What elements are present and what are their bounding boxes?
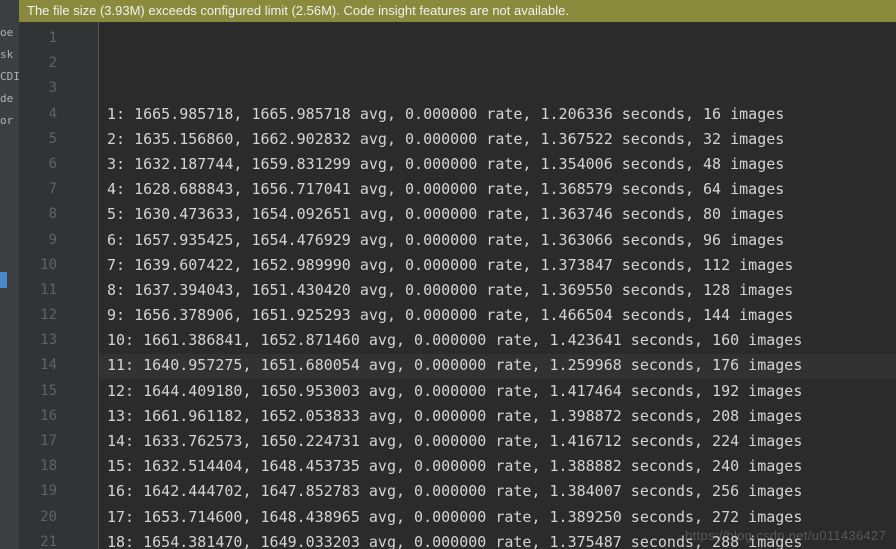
line-number: 21 [19,530,57,549]
line-number: 14 [19,353,57,378]
log-line: 17: 1653.714600, 1648.438965 avg, 0.0000… [107,505,896,530]
line-number: 1 [19,26,57,51]
line-number: 13 [19,328,57,353]
log-line: 7: 1639.607422, 1652.989990 avg, 0.00000… [107,253,896,278]
line-number: 16 [19,404,57,429]
editor-area[interactable]: 123456789101112131415161718192021 1: 166… [19,22,896,549]
watermark-text: https://blog.csdn.net/u011436427 [685,528,886,543]
log-line: 4: 1628.688843, 1656.717041 avg, 0.00000… [107,177,896,202]
log-line: 2: 1635.156860, 1662.902832 avg, 0.00000… [107,127,896,152]
line-number: 2 [19,51,57,76]
gutter-border [71,22,99,549]
log-line: 10: 1661.386841, 1652.871460 avg, 0.0000… [107,328,896,353]
log-line: 9: 1656.378906, 1651.925293 avg, 0.00000… [107,303,896,328]
log-line: 6: 1657.935425, 1654.476929 avg, 0.00000… [107,228,896,253]
log-line: 8: 1637.394043, 1651.430420 avg, 0.00000… [107,278,896,303]
line-number: 8 [19,202,57,227]
editor-content[interactable]: 1: 1665.985718, 1665.985718 avg, 0.00000… [99,22,896,549]
selection-marker [0,272,7,288]
line-number: 6 [19,152,57,177]
line-number-gutter: 123456789101112131415161718192021 [19,22,71,549]
tool-window-tab-fragment[interactable]: CDI [0,66,19,88]
tool-window-tab-fragment[interactable]: sk [0,44,19,66]
line-number: 10 [19,253,57,278]
line-number: 7 [19,177,57,202]
log-line: 12: 1644.409180, 1650.953003 avg, 0.0000… [107,379,896,404]
line-number: 9 [19,228,57,253]
line-number: 11 [19,278,57,303]
banner-text: The file size (3.93M) exceeds configured… [27,3,569,18]
line-number: 20 [19,505,57,530]
log-line: 11: 1640.957275, 1651.680054 avg, 0.0000… [107,353,896,378]
line-number: 15 [19,379,57,404]
tool-window-tab-fragment[interactable]: or [0,110,19,132]
log-line: 1: 1665.985718, 1665.985718 avg, 0.00000… [107,102,896,127]
line-number: 5 [19,127,57,152]
line-number: 12 [19,303,57,328]
file-size-warning-banner: The file size (3.93M) exceeds configured… [19,0,896,22]
line-number: 18 [19,454,57,479]
log-line: 13: 1661.961182, 1652.053833 avg, 0.0000… [107,404,896,429]
log-line: 5: 1630.473633, 1654.092651 avg, 0.00000… [107,202,896,227]
line-number: 19 [19,479,57,504]
tool-window-tab-fragment[interactable]: de [0,88,19,110]
tool-window-tab-fragment[interactable]: oe [0,22,19,44]
log-line: 16: 1642.444702, 1647.852783 avg, 0.0000… [107,479,896,504]
line-number: 3 [19,76,57,101]
log-line: 3: 1632.187744, 1659.831299 avg, 0.00000… [107,152,896,177]
line-number: 4 [19,102,57,127]
line-number: 17 [19,429,57,454]
log-line: 14: 1633.762573, 1650.224731 avg, 0.0000… [107,429,896,454]
log-line: 15: 1632.514404, 1648.453735 avg, 0.0000… [107,454,896,479]
